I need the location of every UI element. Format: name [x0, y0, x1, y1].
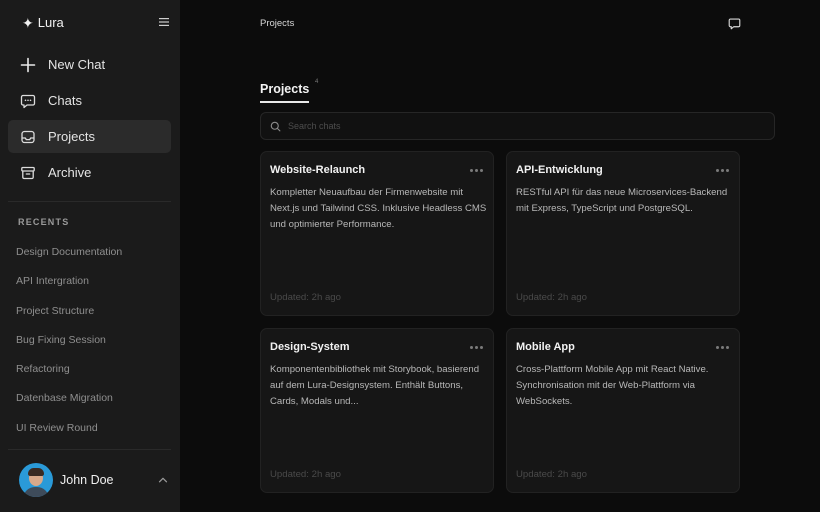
user-menu-button[interactable]: John Doe	[19, 463, 171, 497]
card-title: Mobile App	[516, 341, 575, 353]
app-name: Lura	[37, 15, 64, 30]
avatar	[19, 463, 53, 497]
card-updated: Updated: 2h ago	[516, 292, 587, 303]
tab-label: Projects	[260, 82, 310, 96]
recent-item[interactable]: Refactoring	[16, 361, 176, 390]
card-updated: Updated: 2h ago	[270, 469, 341, 480]
search-icon	[270, 121, 281, 131]
more-options-icon[interactable]	[716, 346, 729, 349]
chat-bubble-icon	[19, 92, 37, 110]
search-bar	[260, 112, 775, 140]
card-description: RESTful API für das neue Microservices-B…	[516, 187, 728, 215]
project-card[interactable]: Design-System Komponentenbibliothek mit …	[260, 328, 494, 493]
breadcrumb: Projects	[260, 18, 295, 29]
more-options-icon[interactable]	[470, 169, 483, 172]
recents-list: Design Documentation API Intergration Pr…	[16, 244, 176, 449]
logo-star-icon: ✦	[22, 14, 34, 31]
user-name: John Doe	[60, 473, 114, 487]
inbox-icon	[19, 128, 37, 146]
plus-icon	[19, 56, 37, 74]
card-description: Komponentenbibliothek mit Storybook, bas…	[270, 364, 480, 408]
sidebar-item-projects[interactable]: Projects	[8, 120, 171, 153]
sidebar-nav: New Chat Chats Projects Archive	[8, 48, 171, 192]
search-input[interactable]	[288, 121, 728, 131]
recent-item[interactable]: UI Review Round	[16, 420, 176, 449]
chevron-up-icon	[158, 477, 168, 483]
new-chat-button[interactable]: New Chat	[8, 48, 171, 81]
project-card[interactable]: API-Entwicklung RESTful API für das neue…	[506, 151, 740, 316]
more-options-icon[interactable]	[470, 346, 483, 349]
recent-item[interactable]: API Intergration	[16, 273, 176, 302]
recent-item[interactable]: Datenbase Migration	[16, 390, 176, 419]
card-description: Cross-Plattform Mobile App mit React Nat…	[516, 364, 709, 408]
more-options-icon[interactable]	[716, 169, 729, 172]
menu-toggle-button[interactable]	[158, 16, 172, 30]
recent-item[interactable]: Design Documentation	[16, 244, 176, 273]
chat-bubble-icon	[728, 18, 741, 30]
sidebar-item-chats[interactable]: Chats	[8, 84, 171, 117]
sidebar-item-archive[interactable]: Archive	[8, 156, 171, 189]
hamburger-icon	[159, 18, 169, 26]
project-card[interactable]: Website-Relaunch Kompletter Neuaufbau de…	[260, 151, 494, 316]
tab-count-badge: 4	[315, 79, 319, 85]
tab-projects[interactable]: Projects 4	[260, 79, 318, 103]
recent-item[interactable]: Bug Fixing Session	[16, 332, 176, 361]
archive-box-icon	[19, 164, 37, 182]
recents-heading: RECENTS	[18, 217, 70, 227]
nav-label-projects: Projects	[48, 129, 95, 144]
card-title: Design-System	[270, 341, 350, 353]
tab-bar: Projects 4	[260, 79, 318, 103]
new-chat-icon-button[interactable]	[728, 17, 741, 35]
card-title: API-Entwicklung	[516, 164, 603, 176]
card-updated: Updated: 2h ago	[516, 469, 587, 480]
card-updated: Updated: 2h ago	[270, 292, 341, 303]
nav-label-chats: Chats	[48, 93, 82, 108]
app-logo[interactable]: ✦ Lura	[22, 15, 64, 30]
sidebar: ✦ Lura New Chat Chats Projects Archive R…	[0, 0, 180, 512]
card-description: Kompletter Neuaufbau der Firmenwebsite m…	[270, 187, 487, 231]
recent-item[interactable]: Project Structure	[16, 303, 176, 332]
project-card[interactable]: Mobile App Cross-Plattform Mobile App mi…	[506, 328, 740, 493]
nav-label-new-chat: New Chat	[48, 57, 106, 72]
nav-label-archive: Archive	[48, 165, 92, 180]
sidebar-divider	[8, 201, 171, 202]
sidebar-divider	[8, 449, 171, 450]
card-title: Website-Relaunch	[270, 164, 366, 176]
